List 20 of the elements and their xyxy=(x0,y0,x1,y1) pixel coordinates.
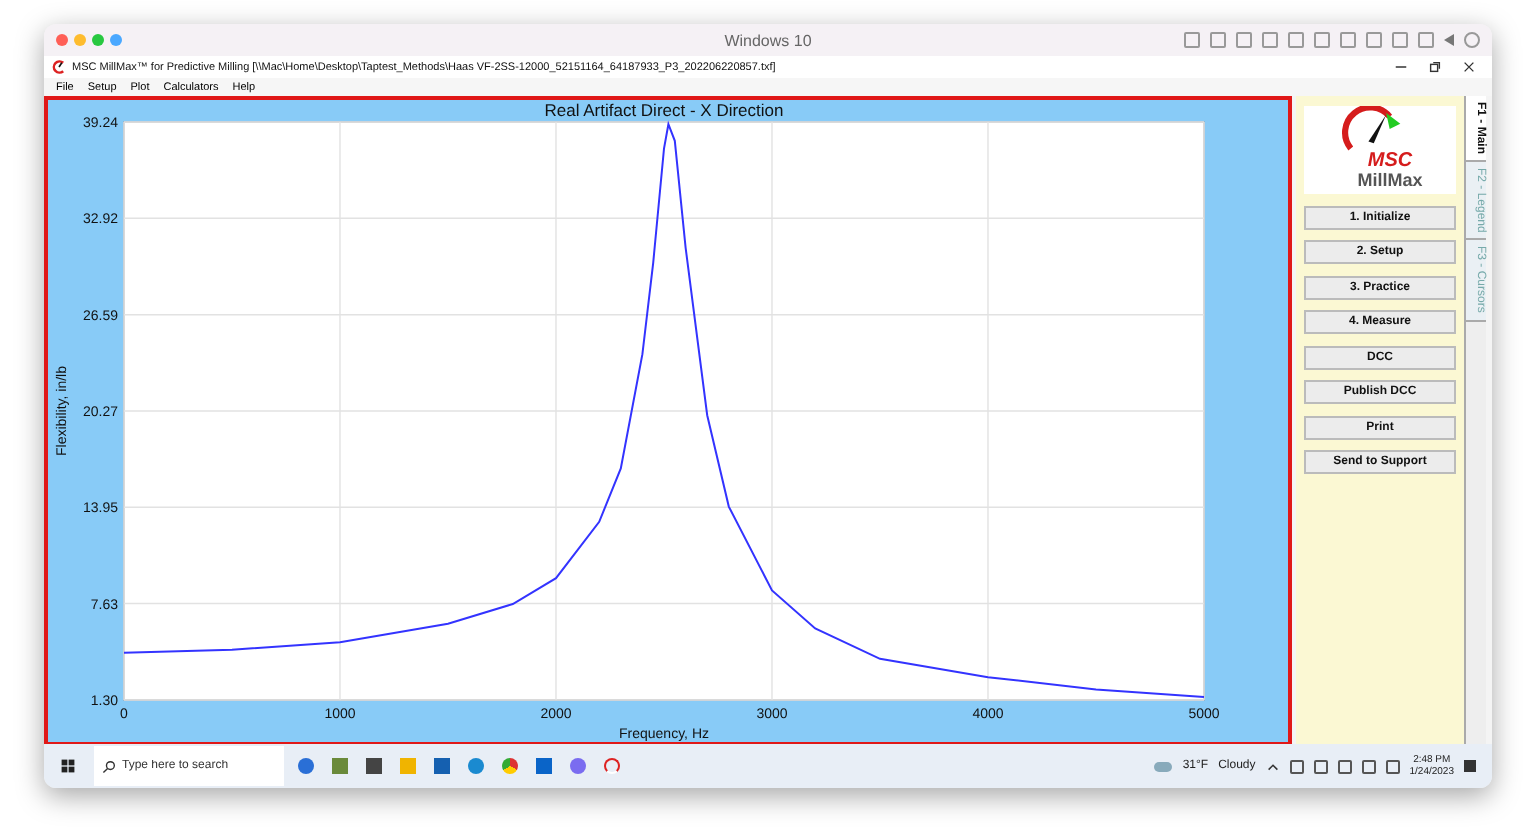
windows-start-icon[interactable] xyxy=(60,758,76,774)
circle-icon[interactable] xyxy=(110,34,122,46)
app-logo-icon xyxy=(52,60,66,74)
zoom-icon[interactable] xyxy=(92,34,104,46)
taskbar-app-icon[interactable] xyxy=(298,758,314,774)
search-icon xyxy=(102,759,116,773)
restore-button[interactable] xyxy=(1428,60,1442,74)
window-title: Windows 10 xyxy=(722,31,814,49)
cloud-icon xyxy=(1154,761,1173,771)
minimize-icon[interactable] xyxy=(74,34,86,46)
gauge-app-icon[interactable] xyxy=(604,758,620,774)
logo-brand-text: MSC xyxy=(1367,152,1413,170)
chart-title: Real Artifact Direct - X Direction xyxy=(544,100,784,120)
minimize-button[interactable] xyxy=(1394,60,1408,74)
taskbar-app-icon[interactable] xyxy=(570,758,586,774)
close-icon[interactable] xyxy=(56,34,68,46)
triangle-icon[interactable] xyxy=(1444,34,1454,46)
chevron-up-icon[interactable] xyxy=(1265,759,1280,773)
close-button[interactable] xyxy=(1462,60,1476,74)
logo-product-text: MillMax xyxy=(1357,170,1423,190)
